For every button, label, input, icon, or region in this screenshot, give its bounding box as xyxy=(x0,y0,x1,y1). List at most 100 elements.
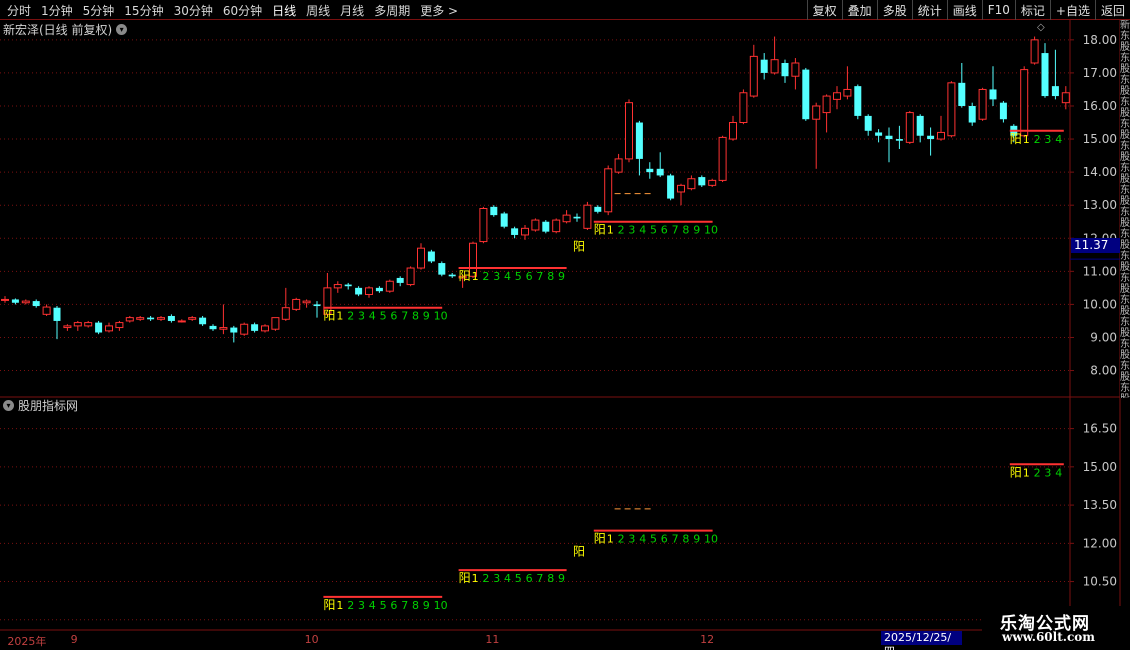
signal-count: 3 xyxy=(493,270,500,283)
signal-label: 阳 xyxy=(459,571,471,585)
candle-body xyxy=(188,317,197,320)
diamond-icon[interactable]: ◇ xyxy=(1037,22,1045,33)
signal-count: 5 xyxy=(380,599,387,612)
candle-body xyxy=(479,208,488,243)
candle-body xyxy=(843,88,852,97)
y-tick-label: 10.50 xyxy=(1083,575,1117,589)
signal-count: 1 xyxy=(336,310,343,323)
y-tick-label: 12.00 xyxy=(1083,536,1117,550)
y-tick-label: 16.00 xyxy=(1083,99,1117,113)
signal-label: 阳 xyxy=(594,223,606,237)
candle-body xyxy=(427,251,435,262)
candle-body xyxy=(1041,53,1049,97)
stock-title: 新宏泽(日线 前复权) xyxy=(3,22,113,37)
kline-chart[interactable]: 8.009.0010.0011.0012.0013.0014.0015.0016… xyxy=(0,0,1130,650)
candle-body xyxy=(895,139,903,141)
candle-body xyxy=(885,135,893,140)
signal-label: 阳 xyxy=(323,598,335,612)
candle-body xyxy=(791,62,800,77)
candle-body xyxy=(937,131,945,140)
chevron-down-icon[interactable]: ▾ xyxy=(116,23,128,35)
chevron-down-icon[interactable]: ▾ xyxy=(3,399,14,411)
signal-count: 1 xyxy=(336,599,343,612)
candle-body xyxy=(115,322,124,329)
candle-body xyxy=(344,284,352,287)
signal-count: 10 xyxy=(704,224,718,237)
signal-count: 9 xyxy=(558,572,565,585)
candle-body xyxy=(251,324,259,331)
y-tick-label: 13.00 xyxy=(1083,198,1117,212)
candle-body xyxy=(667,175,675,199)
signal-count: 3 xyxy=(1044,466,1051,479)
x-axis-label: 12 xyxy=(700,633,715,646)
candle-body xyxy=(1030,39,1039,64)
candle-body xyxy=(302,300,311,304)
signal-count: 9 xyxy=(423,310,430,323)
candle-body xyxy=(781,62,789,77)
candle-body xyxy=(875,132,883,136)
candle-body xyxy=(95,322,103,333)
signal-count: 3 xyxy=(1044,133,1051,146)
signal-count: 6 xyxy=(661,533,668,546)
candle-body xyxy=(11,299,19,303)
candle-body xyxy=(687,178,696,190)
candle-body xyxy=(677,184,685,193)
y-tick-label: 10.00 xyxy=(1083,297,1117,311)
candle-body xyxy=(136,317,145,320)
candle-body xyxy=(573,216,581,219)
signal-count: 6 xyxy=(526,572,533,585)
candle-body xyxy=(209,325,217,330)
candle-body xyxy=(978,88,987,120)
signal-count: 5 xyxy=(515,572,522,585)
signal-label: 阳 xyxy=(323,309,335,323)
candle-body xyxy=(219,327,228,330)
candle-body xyxy=(583,204,592,229)
signal-label: 阳 xyxy=(573,239,585,253)
signal-count: 7 xyxy=(536,572,543,585)
signal-count: 8 xyxy=(547,572,554,585)
candle-body xyxy=(385,280,394,292)
candle-body xyxy=(552,219,561,233)
signal-count: 2 xyxy=(482,572,489,585)
side-info-strip: 新东股东股东股东股东股东股东股东股东股东股东股东股东股东股东股东股东股东股东股东… xyxy=(1120,20,1130,398)
candle-body xyxy=(167,315,175,321)
signal-count: 8 xyxy=(682,224,689,237)
signal-count: 2 xyxy=(1034,133,1041,146)
y-tick-label: 14.00 xyxy=(1083,165,1117,179)
candle-body xyxy=(646,168,654,173)
y-tick-label: 18.00 xyxy=(1083,33,1117,47)
signal-count: 7 xyxy=(672,224,679,237)
current-price-tag: 11.37 xyxy=(1071,238,1120,253)
candle-body xyxy=(656,168,664,176)
candle-body xyxy=(531,219,540,231)
signal-count: 2 xyxy=(482,270,489,283)
signal-count: 9 xyxy=(558,270,565,283)
signal-count: 8 xyxy=(682,533,689,546)
candle-body xyxy=(802,69,810,120)
signal-label: 阳 xyxy=(594,532,606,546)
signal-label: 阳 xyxy=(1010,465,1022,479)
signal-count: 2 xyxy=(1034,466,1041,479)
candle-body xyxy=(739,92,748,124)
candle-body xyxy=(635,122,643,159)
candle-body xyxy=(999,102,1007,120)
signal-count: 3 xyxy=(358,599,365,612)
signal-label: 阳 xyxy=(459,269,471,283)
candle-body xyxy=(927,135,935,140)
candle-body xyxy=(271,317,280,330)
y-tick-label: 16.50 xyxy=(1083,422,1117,436)
signal-count: 5 xyxy=(515,270,522,283)
candle-body xyxy=(718,136,727,181)
candle-body xyxy=(84,322,93,327)
signal-count: 3 xyxy=(628,533,635,546)
candle-body xyxy=(864,115,872,131)
candle-body xyxy=(1020,69,1029,137)
signal-count: 6 xyxy=(390,310,397,323)
candle-body xyxy=(542,221,550,232)
candle-body xyxy=(968,105,976,123)
signal-count: 5 xyxy=(650,533,657,546)
candle-body xyxy=(708,179,717,186)
candle-body xyxy=(365,287,373,295)
signal-count: 4 xyxy=(369,599,376,612)
candle-body xyxy=(157,317,165,320)
